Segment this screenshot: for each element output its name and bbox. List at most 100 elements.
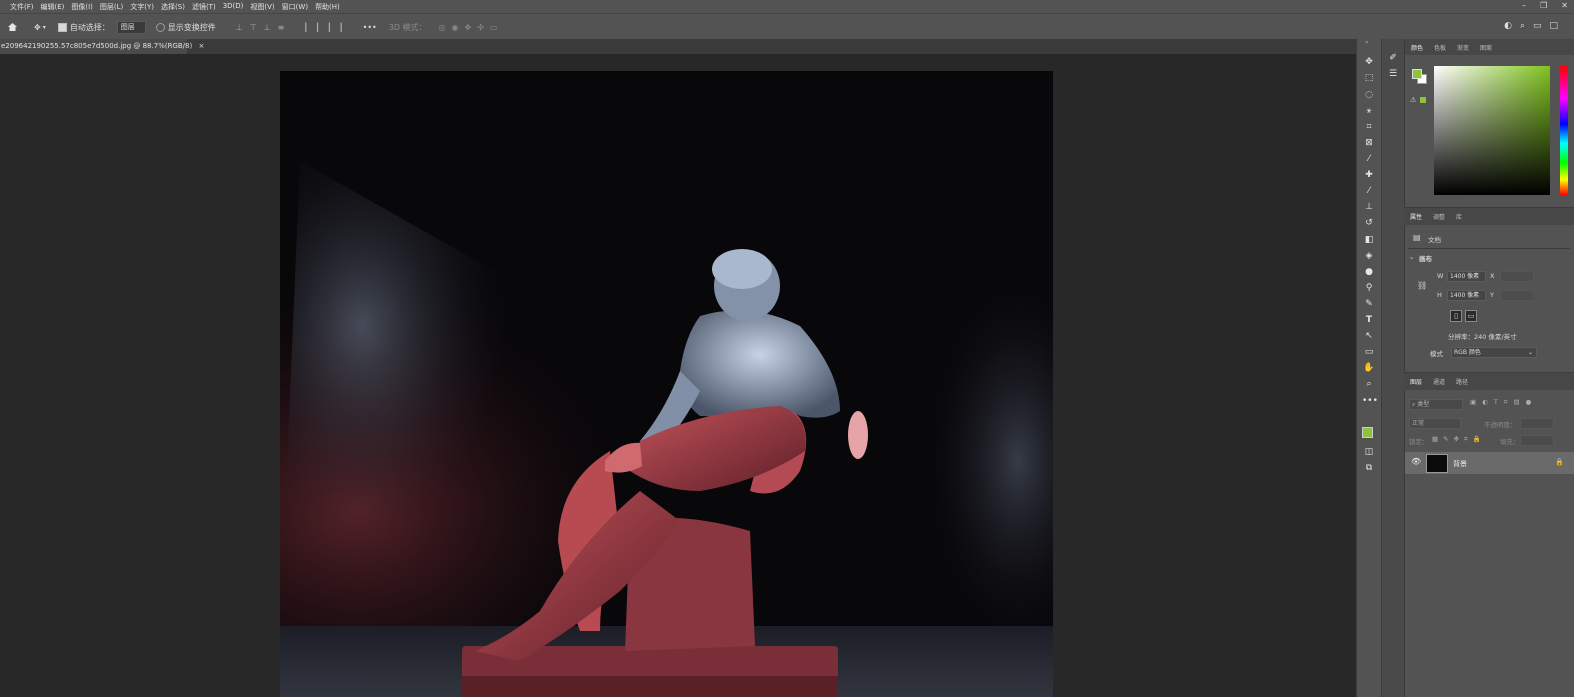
quick-mask-icon[interactable]: ◫ (1362, 445, 1376, 459)
document-tab-title: e209642190255.57c805e7d500d.jpg @ 88.7%(… (1, 42, 193, 50)
width-field[interactable]: 1400 像素 (1447, 271, 1486, 282)
rectangle-tool-icon[interactable]: ▭ (1362, 345, 1376, 359)
align-icons[interactable]: ⊥⊤⊥≡ (236, 23, 292, 32)
document-tab[interactable]: e209642190255.57c805e7d500d.jpg @ 88.7%(… (0, 39, 204, 54)
menu-item[interactable]: 图层(L) (100, 2, 123, 12)
show-transform-label: 显示变换控件 (167, 22, 216, 32)
lock-icon[interactable]: 🔒 (1555, 458, 1564, 466)
tab-channels[interactable]: 通道 (1433, 377, 1445, 386)
landscape-icon[interactable]: ▭ (1465, 310, 1477, 322)
layer-filter-field[interactable]: ⌕ 类型 (1409, 399, 1463, 410)
hand-tool-icon[interactable]: ✋ (1362, 361, 1376, 375)
3d-tools-icons[interactable]: ◎◉✥✣▭ (439, 23, 504, 32)
blur-tool-icon[interactable]: ● (1362, 265, 1376, 279)
statue-photo (280, 71, 1053, 697)
tab-gradients[interactable]: 渐变 (1457, 43, 1469, 52)
frame-tool-icon[interactable]: ⊠ (1362, 136, 1376, 150)
link-icon[interactable]: ⛓ (1417, 281, 1427, 290)
brush-tool-icon[interactable]: ⁄ (1362, 184, 1376, 198)
tab-libraries[interactable]: 库 (1456, 212, 1462, 221)
lock-icons[interactable]: ▦✎✥⌗🔒 (1432, 435, 1486, 444)
menu-item[interactable]: 视图(V) (250, 2, 274, 12)
screen-mode-icon[interactable]: ⧉ (1362, 461, 1376, 475)
tab-paths[interactable]: 路径 (1456, 377, 1468, 386)
y-field[interactable] (1500, 290, 1534, 301)
menu-item[interactable]: 3D(D) (223, 2, 244, 12)
menu-item[interactable]: 文件(F) (10, 2, 34, 12)
x-label: X (1490, 272, 1495, 280)
tab-properties[interactable]: 属性 (1410, 212, 1422, 221)
type-tool-icon[interactable]: T (1362, 313, 1376, 327)
marquee-tool-icon[interactable]: ⬚ (1362, 71, 1376, 85)
eye-icon[interactable]: 👁 (1411, 457, 1421, 466)
show-transform-checkbox[interactable]: 显示变换控件 (155, 22, 216, 33)
secondary-toolbar: ✐ ☰ (1381, 39, 1404, 697)
adjustments-icon[interactable]: ☰ (1386, 67, 1400, 81)
portrait-icon[interactable]: ▯ (1450, 310, 1462, 322)
x-field[interactable] (1500, 271, 1534, 282)
menu-item[interactable]: 窗口(W) (282, 2, 308, 12)
brush-settings-icon[interactable]: ✐ (1386, 51, 1400, 65)
menu-item[interactable]: 帮助(H) (315, 2, 340, 12)
layer-filter-icons[interactable]: ▣◐T⌗▤● (1470, 398, 1537, 407)
path-selection-tool-icon[interactable]: ↖ (1362, 329, 1376, 343)
blend-mode-dropdown[interactable]: 正常 (1409, 418, 1461, 429)
warning-icon[interactable]: ⚠ (1410, 96, 1416, 104)
tab-color[interactable]: 颜色 (1411, 43, 1423, 52)
chevron-down-icon[interactable]: ⌄ (1409, 253, 1414, 261)
history-brush-tool-icon[interactable]: ↺ (1362, 216, 1376, 230)
crop-tool-icon[interactable]: ⌗ (1362, 120, 1376, 134)
menu-item[interactable]: 文字(Y) (130, 2, 154, 12)
menu-item[interactable]: 编辑(E) (41, 2, 65, 12)
gamut-swatch[interactable] (1420, 97, 1426, 103)
tab-patterns[interactable]: 图案 (1480, 43, 1492, 52)
resolution-text: 分辨率：240 像素/英寸 (1448, 333, 1517, 341)
hue-slider[interactable] (1560, 66, 1568, 195)
magic-wand-tool-icon[interactable]: ⚹ (1362, 104, 1376, 118)
opacity-field[interactable] (1520, 418, 1554, 429)
layer-select-dropdown[interactable]: 图层 (116, 20, 146, 34)
mode-dropdown[interactable]: RGB 颜色 ⌄ (1451, 347, 1537, 358)
collapse-toolbar-icon[interactable]: » (1365, 39, 1369, 46)
checkbox-unchecked-icon (155, 22, 165, 32)
search-icon[interactable]: ◐⌕▭□ (1504, 21, 1566, 31)
minimize-button[interactable]: – (1522, 1, 1526, 10)
close-tab-icon[interactable]: × (198, 42, 204, 50)
color-picker-field[interactable] (1434, 66, 1550, 195)
h-label: H (1437, 291, 1442, 299)
fill-field[interactable] (1520, 435, 1554, 446)
close-window-button[interactable]: ✕ (1561, 1, 1568, 10)
auto-select-checkbox[interactable]: 自动选择： (57, 22, 110, 33)
healing-brush-tool-icon[interactable]: ✚ (1362, 168, 1376, 182)
menu-item[interactable]: 滤镜(T) (192, 2, 216, 12)
more-options-button[interactable]: ••• (363, 23, 377, 32)
distribute-icons[interactable]: ┃┃┃┃ (303, 23, 350, 32)
tools-panel: » ✥ ⬚ ◌ ⚹ ⌗ ⊠ ⁄ ✚ ⁄ ⊥ ↺ ◧ ◈ ● ⚲ ✎ T ↖ ▭ … (1356, 39, 1381, 697)
tab-layers[interactable]: 图层 (1410, 377, 1422, 386)
layers-panel-tabs: 图层 通道 路径 (1404, 373, 1574, 390)
eyedropper-tool-icon[interactable]: ⁄ (1362, 152, 1376, 166)
eraser-tool-icon[interactable]: ◧ (1362, 233, 1376, 247)
stamp-tool-icon[interactable]: ⊥ (1362, 200, 1376, 214)
more-tools-icon[interactable]: ••• (1362, 394, 1378, 408)
layer-row[interactable]: 👁 背景 🔒 (1405, 452, 1574, 474)
paint-bucket-tool-icon[interactable]: ◈ (1362, 249, 1376, 263)
home-icon[interactable] (7, 22, 18, 32)
tab-adjustments[interactable]: 调整 (1433, 212, 1445, 221)
panel-fg-swatch[interactable] (1412, 69, 1422, 79)
pen-tool-icon[interactable]: ✎ (1362, 297, 1376, 311)
menu-item[interactable]: 图像(I) (71, 2, 93, 12)
document-canvas-image[interactable] (280, 71, 1053, 697)
doc-label: 文档 (1428, 236, 1441, 244)
move-tool-icon[interactable]: ✥ ▾ (34, 23, 46, 32)
opacity-label: 不透明度： (1484, 421, 1517, 429)
dodge-tool-icon[interactable]: ⚲ (1362, 281, 1376, 295)
foreground-color-swatch[interactable] (1362, 427, 1373, 438)
menu-item[interactable]: 选择(S) (161, 2, 185, 12)
lasso-tool-icon[interactable]: ◌ (1362, 88, 1376, 102)
restore-button[interactable]: ❐ (1540, 1, 1547, 10)
height-field[interactable]: 1400 像素 (1447, 290, 1486, 301)
zoom-tool-icon[interactable]: ⌕ (1362, 377, 1376, 391)
tab-swatches[interactable]: 色板 (1434, 43, 1446, 52)
move-tool-icon[interactable]: ✥ (1362, 55, 1376, 69)
